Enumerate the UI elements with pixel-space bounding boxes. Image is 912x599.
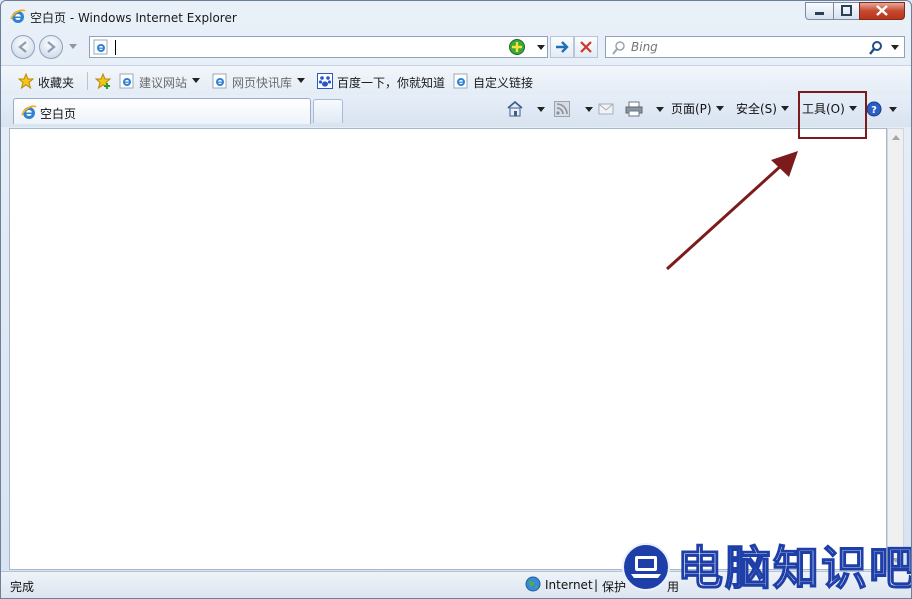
ie-page-icon [119,73,134,89]
tab-row: 空白页 页面(P) 安全(S) 工具(O) ? [1,95,911,127]
favorites-separator [87,72,88,90]
address-dropdown-icon[interactable] [536,44,546,52]
stop-button[interactable] [574,36,598,58]
chevron-down-icon [585,107,593,112]
print-icon [625,101,643,117]
search-icon[interactable] [868,40,884,56]
maximize-button[interactable] [833,2,860,20]
read-mail-icon [598,103,614,115]
globe-icon [525,576,541,592]
help-icon: ? [866,101,882,117]
recent-pages-dropdown-icon[interactable] [68,42,78,50]
compatibility-view-icon[interactable] [507,38,527,56]
ie-logo-icon [21,105,37,119]
forward-arrow-icon [47,41,56,53]
rss-feed-icon [554,101,570,117]
scroll-up-arrow-icon[interactable] [892,134,900,140]
ie-page-icon [453,73,468,89]
favorites-item-label: 建议网站 [139,76,188,90]
go-button[interactable] [550,36,574,58]
search-options-dropdown-icon[interactable] [890,44,900,52]
baidu-paw-icon [317,73,333,89]
window-title: 空白页 - Windows Internet Explorer [30,11,237,25]
svg-text:?: ? [871,105,877,116]
laptop-icon [631,556,661,578]
status-separator: | [594,578,599,592]
chevron-down-icon [715,106,724,111]
protected-mode-text[interactable]: 保护 [602,578,626,595]
stop-x-icon [580,41,592,53]
add-to-favorites-bar-icon[interactable] [94,73,112,90]
chevron-down-icon [537,107,545,112]
ie-window: 空白页 - Windows Internet Explorer Bing 收藏夹… [0,0,912,599]
favorites-label: 收藏夹 [38,76,75,90]
zone-label: Internet [545,578,593,592]
favorites-star-icon [18,73,34,89]
favorites-item-label: 百度一下，你就知道 [337,76,446,90]
favorites-item-label: 网页快讯库 [232,76,293,90]
safety-menu-label: 安全(S) [736,102,777,116]
favorites-item-label: 自定义链接 [473,76,534,90]
watermark-text: 电脑知识吧 [676,541,912,595]
bing-search-icon [612,41,625,55]
chevron-down-icon [656,107,664,112]
close-button[interactable] [859,2,905,20]
text-cursor [115,40,116,55]
favorites-bar: 收藏夹 建议网站 网页快讯库 百度一下，你就知道 自定义链接 [1,65,911,97]
back-button[interactable] [11,35,35,59]
chevron-down-icon [297,78,305,83]
address-input[interactable] [114,38,494,56]
new-tab-button[interactable] [313,99,343,123]
page-menu[interactable]: 页面(P) [671,100,724,118]
forward-button[interactable] [39,35,63,59]
search-box[interactable] [605,36,905,58]
status-text: 完成 [10,580,35,594]
title-bar: 空白页 - Windows Internet Explorer [1,1,911,31]
chevron-down-icon [889,107,897,112]
chevron-down-icon [780,106,789,111]
ie-logo-icon [10,9,26,23]
address-bar[interactable] [89,36,548,58]
ie-page-icon [212,73,227,89]
tab-blank-page[interactable]: 空白页 [13,98,311,124]
chevron-down-icon [192,78,200,83]
search-input[interactable] [631,37,861,57]
safety-menu[interactable]: 安全(S) [736,100,789,118]
page-menu-label: 页面(P) [671,102,712,116]
page-content-area[interactable] [9,128,887,570]
vertical-scrollbar[interactable] [887,128,904,570]
go-arrow-icon [556,41,569,53]
home-icon [507,100,523,117]
ie-page-icon [93,39,108,55]
tab-label: 空白页 [40,107,77,121]
watermark-laptop-logo [622,543,670,591]
tools-highlight-box [798,91,867,139]
back-arrow-icon [18,41,27,53]
minimize-button[interactable] [805,2,834,20]
